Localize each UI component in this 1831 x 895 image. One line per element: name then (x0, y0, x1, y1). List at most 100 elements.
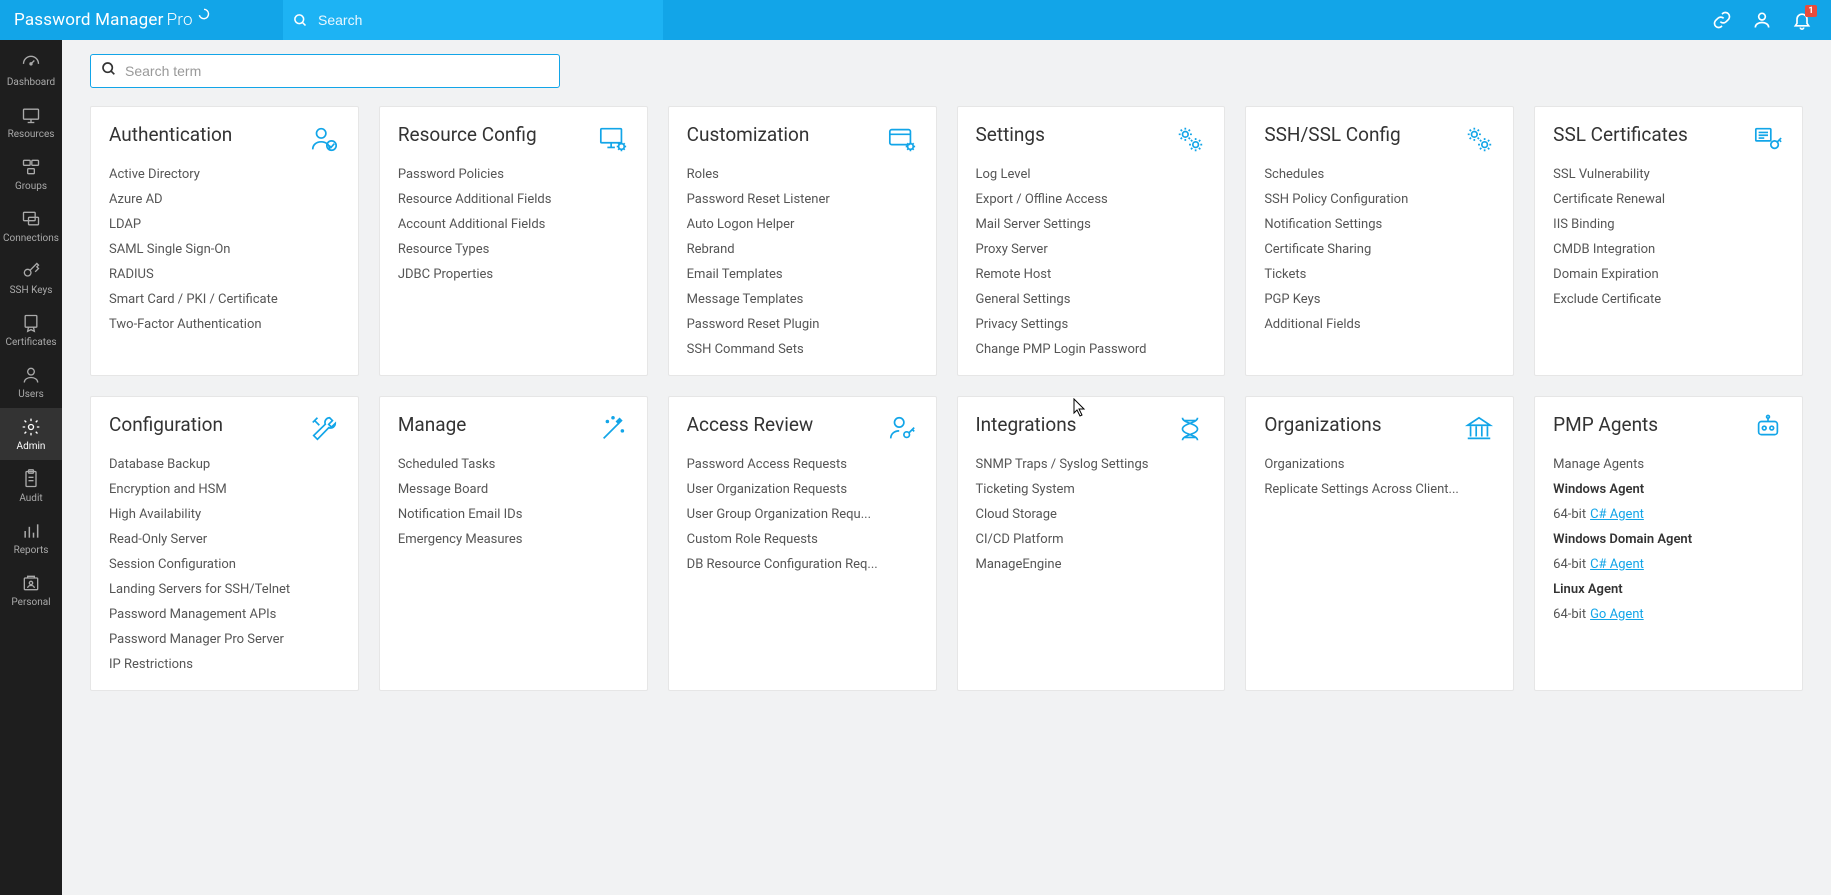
sidebar: DashboardResourcesGroupsConnectionsSSH K… (0, 40, 62, 895)
card-link[interactable]: Rebrand (687, 242, 918, 257)
agent-download-link[interactable]: C# Agent (1590, 557, 1644, 572)
card-link[interactable]: Password Access Requests (687, 457, 918, 472)
card-link[interactable]: Log Level (976, 167, 1207, 182)
users-icon (20, 364, 42, 386)
card-link[interactable]: Emergency Measures (398, 532, 629, 547)
card-link[interactable]: Password Reset Listener (687, 192, 918, 207)
card-pmp-agents: PMP AgentsManage AgentsWindows Agent64-b… (1534, 396, 1803, 691)
page-search[interactable] (90, 54, 560, 88)
sidebar-item-groups[interactable]: Groups (0, 148, 62, 200)
card-link[interactable]: Schedules (1264, 167, 1495, 182)
card-link[interactable]: Custom Role Requests (687, 532, 918, 547)
card-link[interactable]: Password Management APIs (109, 607, 340, 622)
sidebar-item-connections[interactable]: Connections (0, 200, 62, 252)
card-link[interactable]: SSH Command Sets (687, 342, 918, 357)
card-link[interactable]: Account Additional Fields (398, 217, 629, 232)
sidebar-item-ssh-keys[interactable]: SSH Keys (0, 252, 62, 304)
agent-heading: Linux Agent (1553, 582, 1784, 597)
card-link[interactable]: Message Templates (687, 292, 918, 307)
card-link[interactable]: Read-Only Server (109, 532, 340, 547)
card-link[interactable]: Landing Servers for SSH/Telnet (109, 582, 340, 597)
card-link[interactable]: Email Templates (687, 267, 918, 282)
bank-icon (1463, 413, 1495, 445)
card-link[interactable]: Remote Host (976, 267, 1207, 282)
card-link[interactable]: Roles (687, 167, 918, 182)
card-link[interactable]: High Availability (109, 507, 340, 522)
card-link[interactable]: Ticketing System (976, 482, 1207, 497)
card-link[interactable]: Organizations (1264, 457, 1495, 472)
card-link[interactable]: SSH Policy Configuration (1264, 192, 1495, 207)
card-link[interactable]: Active Directory (109, 167, 340, 182)
card-link[interactable]: Resource Additional Fields (398, 192, 629, 207)
card-link[interactable]: Tickets (1264, 267, 1495, 282)
notifications-icon[interactable]: 1 (1791, 9, 1813, 31)
card-link[interactable]: Password Manager Pro Server (109, 632, 340, 647)
card-link[interactable]: IP Restrictions (109, 657, 340, 672)
card-link[interactable]: Domain Expiration (1553, 267, 1784, 282)
card-link[interactable]: Certificate Renewal (1553, 192, 1784, 207)
card-link[interactable]: Cloud Storage (976, 507, 1207, 522)
card-link[interactable]: RADIUS (109, 267, 340, 282)
agent-download-link[interactable]: C# Agent (1590, 507, 1644, 522)
certificate-key-icon (1752, 123, 1784, 155)
sidebar-item-certificates[interactable]: Certificates (0, 304, 62, 356)
card-link[interactable]: Session Configuration (109, 557, 340, 572)
top-search[interactable] (283, 0, 663, 40)
brand: Password Manager Pro (0, 10, 283, 30)
card-link[interactable]: DB Resource Configuration Req... (687, 557, 918, 572)
card-link[interactable]: Password Reset Plugin (687, 317, 918, 332)
card-link[interactable]: Exclude Certificate (1553, 292, 1784, 307)
card-link[interactable]: Proxy Server (976, 242, 1207, 257)
card-link[interactable]: SSL Vulnerability (1553, 167, 1784, 182)
card-link[interactable]: Mail Server Settings (976, 217, 1207, 232)
sidebar-item-admin[interactable]: Admin (0, 408, 62, 460)
page-search-input[interactable] (125, 63, 549, 79)
card-link[interactable]: Password Policies (398, 167, 629, 182)
agent-heading: Windows Agent (1553, 482, 1784, 497)
card-link[interactable]: CMDB Integration (1553, 242, 1784, 257)
card-link[interactable]: Scheduled Tasks (398, 457, 629, 472)
card-link[interactable]: User Group Organization Requ... (687, 507, 918, 522)
card-link[interactable]: Auto Logon Helper (687, 217, 918, 232)
sidebar-item-users[interactable]: Users (0, 356, 62, 408)
card-link[interactable]: Resource Types (398, 242, 629, 257)
card-title: Settings (976, 123, 1045, 146)
card-link[interactable]: Smart Card / PKI / Certificate (109, 292, 340, 307)
sidebar-item-reports[interactable]: Reports (0, 512, 62, 564)
card-link[interactable]: SNMP Traps / Syslog Settings (976, 457, 1207, 472)
card-link[interactable]: Manage Agents (1553, 457, 1784, 472)
agent-heading: Windows Domain Agent (1553, 532, 1784, 547)
agent-download-link[interactable]: Go Agent (1590, 607, 1644, 622)
card-link[interactable]: Export / Offline Access (976, 192, 1207, 207)
user-icon[interactable] (1751, 9, 1773, 31)
card-link[interactable]: CI/CD Platform (976, 532, 1207, 547)
sidebar-item-personal[interactable]: Personal (0, 564, 62, 616)
card-link[interactable]: ManageEngine (976, 557, 1207, 572)
card-link[interactable]: Encryption and HSM (109, 482, 340, 497)
card-link[interactable]: Two-Factor Authentication (109, 317, 340, 332)
card-link[interactable]: User Organization Requests (687, 482, 918, 497)
sidebar-item-resources[interactable]: Resources (0, 96, 62, 148)
card-link[interactable]: SAML Single Sign-On (109, 242, 340, 257)
sidebar-item-dashboard[interactable]: Dashboard (0, 44, 62, 96)
card-link[interactable]: Replicate Settings Across Client... (1264, 482, 1495, 497)
card-link[interactable]: JDBC Properties (398, 267, 629, 282)
card-link[interactable]: Certificate Sharing (1264, 242, 1495, 257)
link-icon[interactable] (1711, 9, 1733, 31)
card-link[interactable]: Notification Settings (1264, 217, 1495, 232)
card-link[interactable]: Privacy Settings (976, 317, 1207, 332)
admin-icon (20, 416, 42, 438)
card-link[interactable]: Notification Email IDs (398, 507, 629, 522)
card-link[interactable]: IIS Binding (1553, 217, 1784, 232)
card-link[interactable]: Database Backup (109, 457, 340, 472)
card-link[interactable]: General Settings (976, 292, 1207, 307)
card-link[interactable]: Additional Fields (1264, 317, 1495, 332)
card-resource-config: Resource ConfigPassword PoliciesResource… (379, 106, 648, 376)
top-search-input[interactable] (318, 12, 653, 28)
card-link[interactable]: Message Board (398, 482, 629, 497)
card-link[interactable]: Change PMP Login Password (976, 342, 1207, 357)
card-link[interactable]: Azure AD (109, 192, 340, 207)
sidebar-item-audit[interactable]: Audit (0, 460, 62, 512)
card-link[interactable]: PGP Keys (1264, 292, 1495, 307)
card-link[interactable]: LDAP (109, 217, 340, 232)
